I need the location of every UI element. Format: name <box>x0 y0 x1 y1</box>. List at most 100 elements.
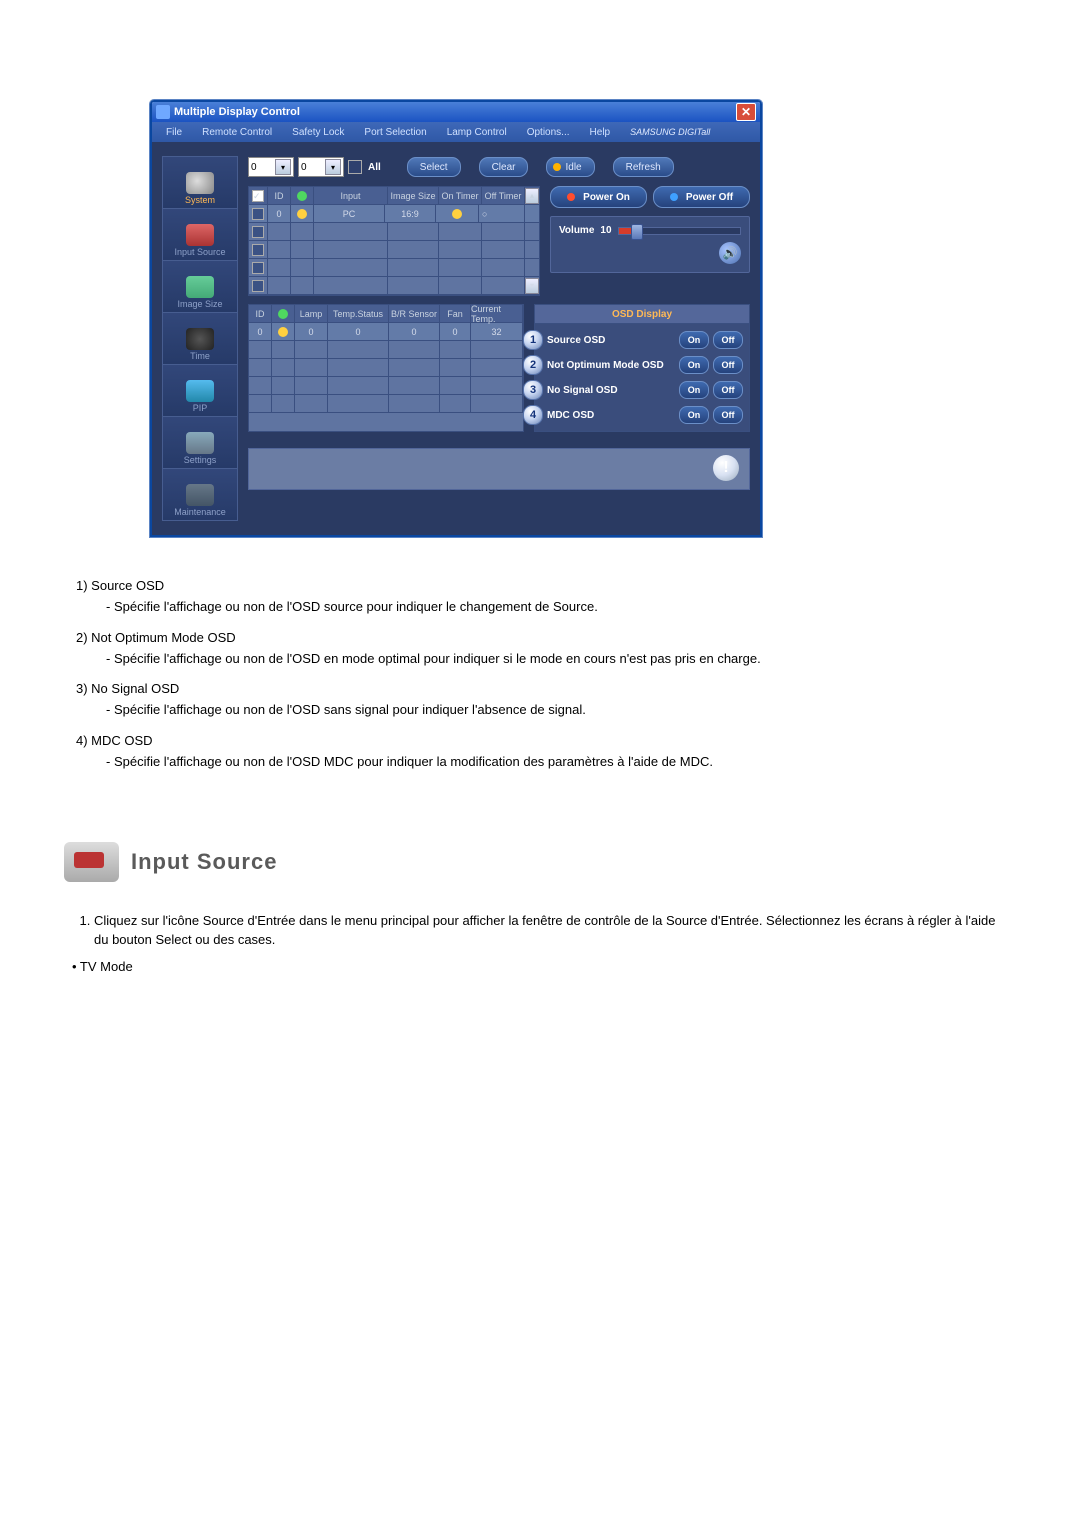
status-icon <box>297 191 307 201</box>
menu-help[interactable]: Help <box>590 127 611 138</box>
power-off-label: Power Off <box>686 192 733 203</box>
notoptimum-osd-on-button[interactable]: On <box>679 356 709 374</box>
volume-slider[interactable] <box>618 227 741 235</box>
id-to-select[interactable]: 0▾ <box>298 157 344 177</box>
menu-file[interactable]: File <box>166 127 182 138</box>
menu-options[interactable]: Options... <box>527 127 570 138</box>
steps-list: Cliquez sur l'icône Source d'Entrée dans… <box>70 912 1010 950</box>
row-checkbox[interactable] <box>252 262 264 274</box>
display-grid: ✓ ID Input Image Size On Timer Off Timer… <box>248 186 540 296</box>
sidebar-item-label: Settings <box>184 456 217 465</box>
warning-icon: ! <box>713 455 739 481</box>
status-bar: ! <box>248 448 750 490</box>
cell-tempstatus: 0 <box>328 323 389 341</box>
menu-remote[interactable]: Remote Control <box>202 127 272 138</box>
sidebar-item-label: Maintenance <box>174 508 226 517</box>
power-dot-icon <box>567 193 575 201</box>
col-imagesize: Image Size <box>388 187 439 205</box>
menu-portselection[interactable]: Port Selection <box>364 127 426 138</box>
chevron-down-icon: ▾ <box>325 159 341 175</box>
timer-icon <box>452 209 462 219</box>
table-row[interactable]: 0 0 0 0 0 32 <box>249 323 523 341</box>
sidebar-item-time[interactable]: Time <box>162 313 238 365</box>
select-value: 0 <box>301 162 307 173</box>
maintenance-icon <box>186 484 214 506</box>
image-size-icon <box>186 276 214 298</box>
row-checkbox[interactable] <box>252 280 264 292</box>
refresh-button[interactable]: Refresh <box>613 157 674 177</box>
mdc-osd-off-button[interactable]: Off <box>713 406 743 424</box>
sidebar-item-label: System <box>185 196 215 205</box>
power-off-button[interactable]: Power Off <box>653 186 750 208</box>
section-title: Input Source <box>131 849 277 875</box>
sidebar-item-pip[interactable]: PIP <box>162 365 238 417</box>
source-osd-off-button[interactable]: Off <box>713 331 743 349</box>
row-checkbox[interactable] <box>252 244 264 256</box>
speaker-icon[interactable]: 🔊 <box>719 242 741 264</box>
osd-row-label: MDC OSD <box>547 410 675 421</box>
step-item: Cliquez sur l'icône Source d'Entrée dans… <box>94 912 1010 950</box>
item-heading: 1) Source OSD <box>76 577 1010 596</box>
scroll-down-icon[interactable]: ▾ <box>525 278 539 294</box>
table-row[interactable]: 0 PC 16:9 ○ <box>249 205 539 223</box>
section-heading: Input Source <box>64 842 1010 882</box>
volume-label: Volume <box>559 225 594 236</box>
mdc-window: Multiple Display Control ✕ File Remote C… <box>150 100 762 537</box>
sidebar-item-input-source[interactable]: Input Source <box>162 209 238 261</box>
cell-brsensor: 0 <box>389 323 440 341</box>
sidebar-item-label: Image Size <box>177 300 222 309</box>
cell-lamp: 0 <box>295 323 328 341</box>
all-checkbox[interactable] <box>348 160 362 174</box>
chevron-down-icon: ▾ <box>275 159 291 175</box>
cell-fan: 0 <box>440 323 471 341</box>
status-icon <box>278 327 288 337</box>
scroll-up-icon[interactable]: ▴ <box>525 188 539 204</box>
titlebar: Multiple Display Control ✕ <box>152 102 760 122</box>
item-desc: - Spécifie l'affichage ou non de l'OSD e… <box>106 650 1010 669</box>
status-dot-icon <box>553 163 561 171</box>
slider-handle[interactable] <box>631 224 643 240</box>
description-list: 1) Source OSD - Spécifie l'affichage ou n… <box>76 577 1010 772</box>
col-id: ID <box>268 187 291 205</box>
source-osd-on-button[interactable]: On <box>679 331 709 349</box>
item-heading: 2) Not Optimum Mode OSD <box>76 629 1010 648</box>
sidebar-item-system[interactable]: System <box>162 156 238 209</box>
nosignal-osd-off-button[interactable]: Off <box>713 381 743 399</box>
time-icon <box>186 328 214 350</box>
osd-title: OSD Display <box>534 304 750 323</box>
id-from-select[interactable]: 0▾ <box>248 157 294 177</box>
notoptimum-osd-off-button[interactable]: Off <box>713 356 743 374</box>
idle-label: Idle <box>565 162 581 173</box>
close-icon[interactable]: ✕ <box>736 103 756 121</box>
row-checkbox[interactable] <box>252 226 264 238</box>
nosignal-osd-on-button[interactable]: On <box>679 381 709 399</box>
power-on-label: Power On <box>583 192 630 203</box>
osd-row-label: Source OSD <box>547 335 675 346</box>
sidebar-item-settings[interactable]: Settings <box>162 417 238 469</box>
col-currenttemp: Current Temp. <box>471 305 523 323</box>
settings-icon <box>186 432 214 454</box>
power-on-button[interactable]: Power On <box>550 186 647 208</box>
input-source-icon <box>64 842 119 882</box>
osd-row-label: No Signal OSD <box>547 385 675 396</box>
item-desc: - Spécifie l'affichage ou non de l'OSD s… <box>106 598 1010 617</box>
menu-safetylock[interactable]: Safety Lock <box>292 127 344 138</box>
all-label: All <box>368 162 381 173</box>
item-desc: - Spécifie l'affichage ou non de l'OSD M… <box>106 753 1010 772</box>
col-brsensor: B/R Sensor <box>389 305 440 323</box>
status-icon <box>297 209 307 219</box>
sidebar-item-image-size[interactable]: Image Size <box>162 261 238 313</box>
mdc-osd-on-button[interactable]: On <box>679 406 709 424</box>
temp-grid: ID Lamp Temp.Status B/R Sensor Fan Curre… <box>248 304 524 432</box>
idle-indicator: Idle <box>546 157 594 177</box>
row-checkbox[interactable] <box>252 208 264 220</box>
col-offtimer: Off Timer <box>482 187 525 205</box>
clear-button[interactable]: Clear <box>479 157 529 177</box>
select-button[interactable]: Select <box>407 157 461 177</box>
col-input: Input <box>314 187 388 205</box>
toolbar: 0▾ 0▾ All Select Clear Idle Refresh <box>248 156 750 178</box>
col-tempstatus: Temp.Status <box>328 305 389 323</box>
header-checkbox[interactable]: ✓ <box>252 190 264 202</box>
sidebar-item-maintenance[interactable]: Maintenance <box>162 469 238 521</box>
menu-lampcontrol[interactable]: Lamp Control <box>447 127 507 138</box>
